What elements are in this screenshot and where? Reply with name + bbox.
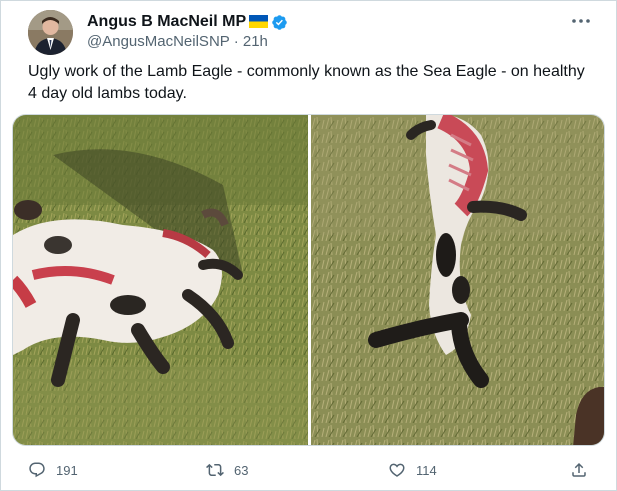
heart-icon[interactable] xyxy=(388,461,406,479)
separator: · xyxy=(233,33,239,50)
retweet-icon[interactable] xyxy=(206,461,224,479)
media-grid xyxy=(12,114,605,446)
handle-row: @AngusMacNeilSNP · 21h xyxy=(87,33,268,50)
retweet-action[interactable]: 63 xyxy=(206,459,248,481)
like-count: 114 xyxy=(416,462,437,478)
reply-icon[interactable] xyxy=(28,461,46,479)
share-action[interactable] xyxy=(570,459,588,481)
author-handle[interactable]: @AngusMacNeilSNP xyxy=(87,33,230,50)
reply-action[interactable]: 191 xyxy=(28,459,78,481)
ukraine-flag-icon xyxy=(249,14,269,28)
author-name[interactable]: Angus B MacNeil MP xyxy=(87,13,246,31)
like-action[interactable]: 114 xyxy=(388,459,437,481)
reply-count: 191 xyxy=(56,462,78,478)
photo-lamb-right[interactable] xyxy=(311,115,604,445)
tweet-card[interactable]: Angus B MacNeil MP @AngusMacNeilSNP · 21… xyxy=(0,0,617,491)
retweet-count: 63 xyxy=(234,462,249,478)
author-row: Angus B MacNeil MP xyxy=(87,11,288,33)
tweet-text: Ugly work of the Lamb Eagle - commonly k… xyxy=(28,63,585,102)
verified-badge-icon[interactable] xyxy=(271,14,288,31)
share-icon[interactable] xyxy=(570,461,588,479)
avatar[interactable] xyxy=(28,10,73,55)
more-options-icon[interactable] xyxy=(571,13,591,29)
photo-lamb-left[interactable] xyxy=(13,115,308,445)
timestamp[interactable]: 21h xyxy=(243,33,268,50)
